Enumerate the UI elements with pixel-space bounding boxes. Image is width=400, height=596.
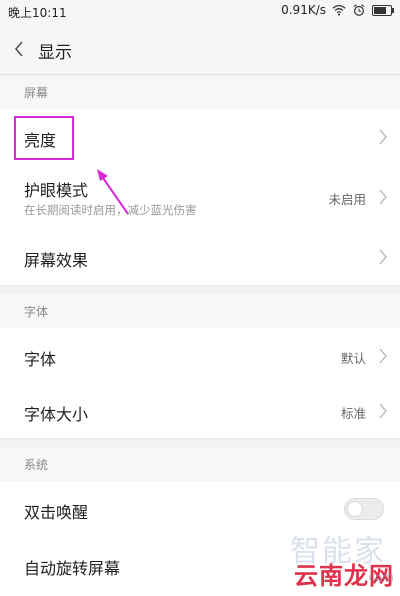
row-label: 护眼模式 <box>24 181 89 200</box>
row-label: 字体大小 <box>24 405 89 424</box>
title-bar: 显示 <box>0 24 400 75</box>
row-value: 未启用 <box>328 192 366 207</box>
section-header-label: 字体 <box>24 305 49 319</box>
settings-row-eye-care[interactable]: 护眼模式 在长期阅读时启用，减少蓝光伤害 未启用 <box>0 164 400 230</box>
annotation-highlight-box <box>14 116 74 160</box>
settings-row-font-size[interactable]: 字体大小 标准 <box>0 383 400 439</box>
chevron-right-icon <box>379 249 387 265</box>
chevron-left-icon <box>14 41 23 57</box>
section-header-system: 系统 <box>0 447 400 481</box>
row-value: 默认 <box>340 351 366 366</box>
section-header-label: 系统 <box>24 458 49 472</box>
watermark-dotcom: .com <box>364 570 394 584</box>
section-header-screen: 屏幕 <box>0 75 400 109</box>
row-label: 自动旋转屏幕 <box>24 559 121 578</box>
double-tap-wake-toggle[interactable] <box>344 498 384 520</box>
page-title: 显示 <box>38 43 72 63</box>
network-speed: 0.91K/s <box>281 3 326 17</box>
chevron-right-icon <box>379 348 387 364</box>
chevron-right-icon <box>379 189 387 205</box>
watermark: 智能家 云南龙网 .com <box>224 530 394 590</box>
settings-row-screen-effect[interactable]: 屏幕效果 <box>0 229 400 286</box>
row-sublabel: 在长期阅读时启用，减少蓝光伤害 <box>24 203 197 217</box>
chevron-right-icon <box>379 403 387 419</box>
wifi-icon <box>332 4 346 16</box>
chevron-right-icon <box>379 129 387 145</box>
battery-icon <box>372 4 394 16</box>
row-value: 标准 <box>340 406 366 421</box>
section-header-font: 字体 <box>0 294 400 328</box>
row-label: 字体 <box>24 350 57 369</box>
alarm-icon <box>353 4 365 16</box>
section-header-label: 屏幕 <box>24 86 49 100</box>
status-icons: 0.91K/s <box>281 3 394 17</box>
row-label: 双击唤醒 <box>24 503 89 522</box>
status-bar: 晚上10:11 0.91K/s <box>0 0 400 24</box>
settings-row-font[interactable]: 字体 默认 <box>0 328 400 384</box>
section-gap <box>0 439 400 447</box>
toggle-knob <box>347 501 363 517</box>
back-button[interactable] <box>8 36 30 62</box>
section-gap <box>0 286 400 294</box>
status-time: 晚上10:11 <box>8 6 67 20</box>
row-label: 屏幕效果 <box>24 251 89 270</box>
